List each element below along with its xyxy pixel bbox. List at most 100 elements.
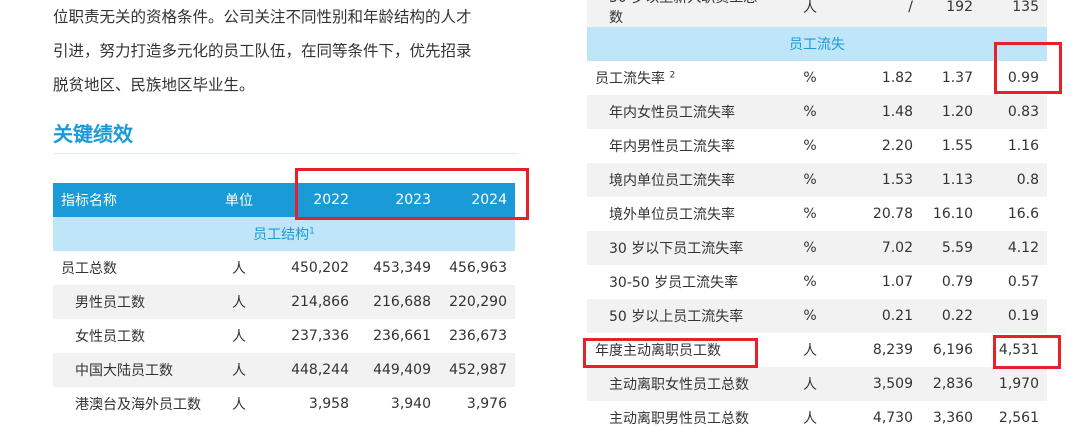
row-value-2023: 453,349 xyxy=(357,251,439,285)
row-unit: 人 xyxy=(767,0,853,27)
section-title: 关键绩效 xyxy=(53,122,133,146)
row-value-2023-text: 5.59 xyxy=(941,240,973,256)
row-value-2024-text: 1.16 xyxy=(1007,138,1039,154)
row-value-2022-text: 3,509 xyxy=(872,376,913,392)
row-unit-text: 人 xyxy=(803,411,817,427)
header-unit: 单位 xyxy=(205,183,273,217)
row-value-2023: 1.55 xyxy=(921,129,981,163)
group-label: 员工流失 xyxy=(587,27,1047,61)
row-value-2023: 6,196 xyxy=(921,333,981,367)
key-performance-table: 指标名称 单位 2022 2023 2024 员工结构1 员工总数人 450,20… xyxy=(53,183,515,421)
row-value-2022: 1.48 xyxy=(853,95,921,129)
table-row: 女性员工数 人 237,336 236,661 236,673 xyxy=(53,319,515,353)
row-value-2022-text: 8,239 xyxy=(872,342,913,358)
group-label: 员工结构 xyxy=(253,227,310,243)
table-row: 主动离职女性员工总数 人 3,509 2,836 1,970 xyxy=(587,367,1047,401)
row-value-2024-text: 0.8 xyxy=(1016,172,1039,188)
row-value-2024: 236,673 xyxy=(439,319,515,353)
row-value-2024: 16.6 xyxy=(981,197,1047,231)
row-value-2024: 0.19 xyxy=(981,299,1047,333)
row-value-2022: 1.53 xyxy=(853,163,921,197)
row-unit-text: 人 xyxy=(232,363,246,379)
row-label-text: 主动离职男性员工总数 xyxy=(609,411,749,427)
row-label-text: 员工总数 xyxy=(61,261,117,277)
row-unit-text: % xyxy=(803,104,817,120)
row-value-2024: 0.99 xyxy=(981,61,1047,95)
row-unit-text: 人 xyxy=(232,261,246,277)
row-value-2024-text: 0.57 xyxy=(1007,274,1039,290)
row-value-2022: 1.07 xyxy=(853,265,921,299)
table-row: 年度主动离职员工数 人 8,239 6,196 4,531 xyxy=(587,333,1047,367)
table-header-row: 指标名称 单位 2022 2023 2024 xyxy=(53,183,515,217)
header-year: 2022 xyxy=(273,183,357,217)
row-label-text: 50 岁以上员工流失率 xyxy=(609,309,744,325)
row-value-2022-text: 1.53 xyxy=(881,172,913,188)
row-value-2024: 4,531 xyxy=(981,333,1047,367)
row-value-2024-text: 16.6 xyxy=(1007,206,1039,222)
row-value-2024-text: 4,531 xyxy=(998,342,1039,358)
row-value-2023: 1.37 xyxy=(921,61,981,95)
row-value-2024-text: 452,987 xyxy=(449,362,507,378)
row-value-2022: 2.20 xyxy=(853,129,921,163)
row-label: 30-50 岁员工流失率 xyxy=(587,265,767,299)
row-unit-text: % xyxy=(803,206,817,222)
row-unit-text: % xyxy=(803,138,817,154)
row-value-2023-text: 3,940 xyxy=(390,396,431,412)
row-value-2022: 20.78 xyxy=(853,197,921,231)
table-row: 年内男性员工流失率% 2.20 1.55 1.16 xyxy=(587,129,1047,163)
row-unit: 人 xyxy=(205,319,273,353)
row-unit: % xyxy=(767,129,853,163)
row-value-2022: 4,730 xyxy=(853,401,921,435)
row-unit: 人 xyxy=(205,285,273,319)
row-unit-text: % xyxy=(803,70,817,86)
row-value-2024: 135 xyxy=(981,0,1047,27)
row-value-2022-text: 2.20 xyxy=(881,138,913,154)
row-value-2022: 3,509 xyxy=(853,367,921,401)
row-value-2023-text: 236,661 xyxy=(373,328,431,344)
row-value-2022-text: 0.21 xyxy=(881,308,913,324)
row-value-2023: 5.59 xyxy=(921,231,981,265)
row-value-2024-text: 1,970 xyxy=(998,376,1039,392)
row-unit-text: 人 xyxy=(803,343,817,359)
row-value-2023-text: 3,360 xyxy=(932,410,973,426)
table-row: 员工流失率 2% 1.82 1.37 0.99 xyxy=(587,61,1047,95)
row-value-2023: 1.20 xyxy=(921,95,981,129)
intro-paragraph: 位职责无关的资格条件。公司关注不同性别和年龄结构的人才 引进，努力打造多元化的员… xyxy=(53,0,518,102)
row-unit: % xyxy=(767,265,853,299)
row-value-2024: 452,987 xyxy=(439,353,515,387)
row-label: 主动离职男性员工总数 xyxy=(587,401,767,435)
row-unit: % xyxy=(767,299,853,333)
row-value-2023-text: 1.55 xyxy=(941,138,973,154)
row-unit: % xyxy=(767,197,853,231)
turnover-table: 50 岁以上新入职员工总数 人 / 192 135 员工流失 员工流失率 2% 1… xyxy=(587,0,1047,435)
row-unit: % xyxy=(767,231,853,265)
row-label: 30 岁以下员工流失率 xyxy=(587,231,767,265)
row-value-2023-text: 1.20 xyxy=(941,104,973,120)
row-value-2023: 3,940 xyxy=(357,387,439,421)
row-value-2022: 214,866 xyxy=(273,285,357,319)
row-value-2022: 3,958 xyxy=(273,387,357,421)
row-label-text: 境外单位员工流失率 xyxy=(609,207,735,223)
row-value-2023: 3,360 xyxy=(921,401,981,435)
table-row: 境内单位员工流失率% 1.53 1.13 0.8 xyxy=(587,163,1047,197)
row-label-text: 中国大陆员工数 xyxy=(75,363,173,379)
table-row: 30-50 岁员工流失率% 1.07 0.79 0.57 xyxy=(587,265,1047,299)
row-value-2022-text: 4,730 xyxy=(872,410,913,426)
table-row: 30 岁以下员工流失率% 7.02 5.59 4.12 xyxy=(587,231,1047,265)
row-value-2022-text: 1.82 xyxy=(881,70,913,86)
row-label: 50 岁以上员工流失率 xyxy=(587,299,767,333)
table-row: 境外单位员工流失率% 20.78 16.10 16.6 xyxy=(587,197,1047,231)
row-value-2024-text: 236,673 xyxy=(449,328,507,344)
row-value-2023-text: 1.37 xyxy=(941,70,973,86)
row-value-2023-text: 0.22 xyxy=(941,308,973,324)
row-value-2023: 16.10 xyxy=(921,197,981,231)
intro-line: 引进，努力打造多元化的员工队伍，在同等条件下，优先招录 xyxy=(53,42,472,60)
row-value-2024-text: 220,290 xyxy=(449,294,507,310)
row-value-2024: 456,963 xyxy=(439,251,515,285)
row-value-2024-text: 0.19 xyxy=(1007,308,1039,324)
row-label-text: 男性员工数 xyxy=(75,295,145,311)
row-value-2024: 2,561 xyxy=(981,401,1047,435)
row-value-2022-text: 3,958 xyxy=(308,396,349,412)
header-year: 2023 xyxy=(357,183,439,217)
row-value-2024: 0.8 xyxy=(981,163,1047,197)
